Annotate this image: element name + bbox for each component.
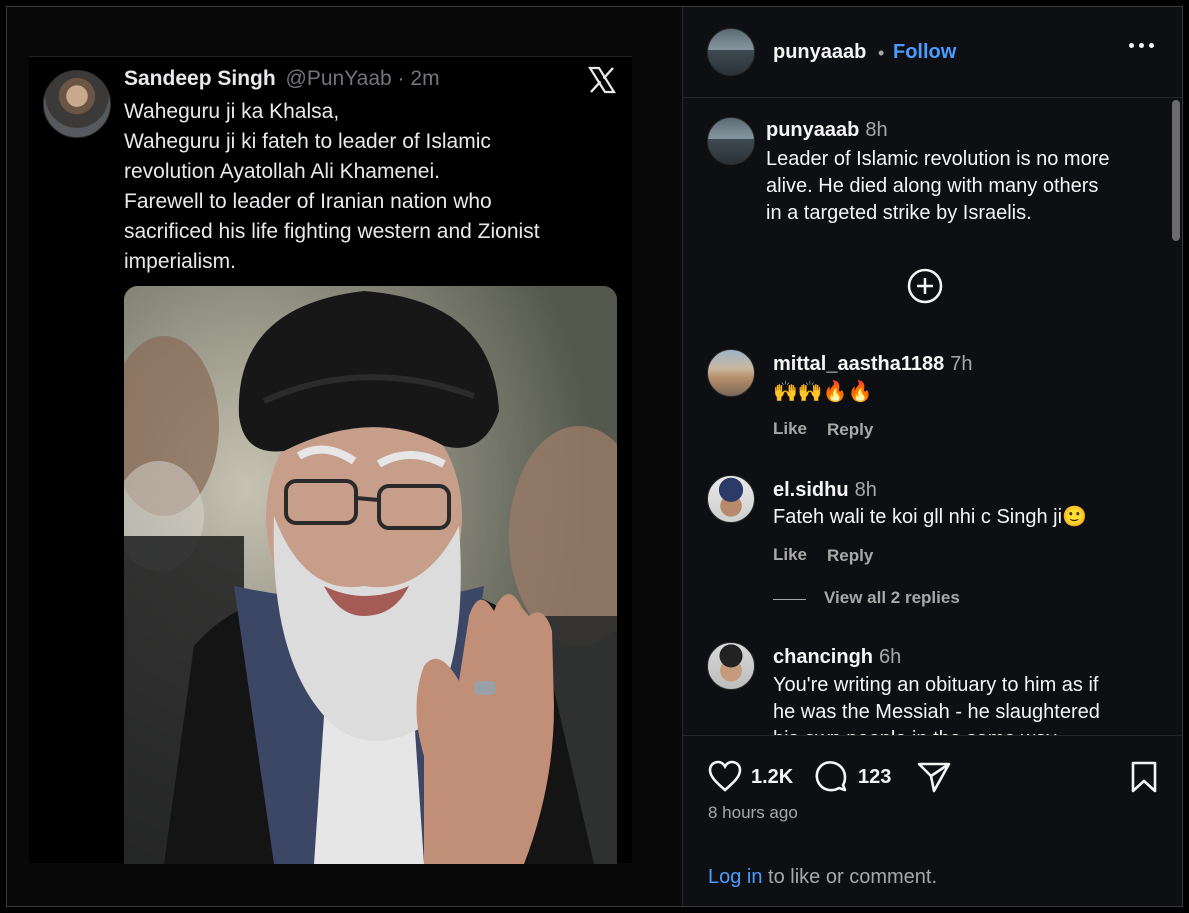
comment-line: he was the Messiah - he slaughtered	[773, 701, 1100, 723]
comment-username[interactable]: el.sidhu	[773, 479, 849, 501]
tweet-text: Waheguru ji ka Khalsa, Waheguru ji ki fa…	[124, 97, 614, 277]
comment-like-button[interactable]: Like	[773, 545, 807, 565]
tweet-photo	[124, 286, 617, 864]
post-media: Sandeep Singh @PunYaab · 2m Waheguru ji …	[7, 7, 682, 906]
comment-username[interactable]: mittal_aastha1188	[773, 353, 944, 375]
comment-header: mittal_aastha1188 7h	[773, 353, 972, 376]
app-window: Sandeep Singh @PunYaab · 2m Waheguru ji …	[6, 6, 1183, 907]
login-link[interactable]: Log in	[708, 866, 763, 888]
caption-avatar[interactable]	[707, 117, 755, 165]
comment-reply-button[interactable]: Reply	[827, 420, 873, 440]
comment-line: You're writing an obituary to him as if	[773, 674, 1099, 696]
x-logo-icon	[588, 66, 616, 94]
caption-line: Leader of Islamic revolution is no more	[766, 148, 1110, 170]
comment-time: 7h	[950, 353, 973, 375]
post-timestamp: 8 hours ago	[708, 803, 798, 822]
comment-text: 🙌🙌🔥🔥	[773, 381, 873, 403]
comment-reply-button[interactable]: Reply	[827, 546, 873, 566]
author-username[interactable]: punyaaab	[773, 41, 866, 64]
post-panel: punyaaab • Follow punyaaab 8h Leader of I…	[682, 7, 1182, 906]
caption-text: Leader of Islamic revolution is no more …	[766, 146, 1156, 227]
tweet-line: Waheguru ji ka Khalsa,	[124, 100, 340, 123]
comment-time: 6h	[879, 646, 902, 668]
comment-avatar[interactable]	[707, 349, 755, 397]
comment-time: 8h	[854, 479, 877, 501]
comment-count[interactable]: 123	[858, 766, 891, 789]
comment-header: el.sidhu 8h	[773, 479, 877, 502]
comments-scrollbar[interactable]	[1172, 100, 1180, 241]
view-replies-label: View all 2 replies	[824, 588, 960, 607]
tweet-header: Sandeep Singh @PunYaab · 2m	[124, 67, 440, 91]
login-prompt-text: to like or comment.	[762, 866, 938, 888]
like-heart-icon[interactable]	[707, 759, 743, 793]
header-separator: •	[878, 43, 885, 63]
comment-header: chancingh 6h	[773, 646, 901, 669]
tweet-time: 2m	[410, 67, 440, 90]
follow-button[interactable]: Follow	[893, 41, 956, 64]
comment-text: Fateh wali te koi gll nhi c Singh ji🙂	[773, 506, 1087, 528]
post-header: punyaaab • Follow	[683, 7, 1182, 98]
caption-time: 8h	[865, 119, 888, 141]
action-bar: 1.2K 123 8 hours ago Log in to like or c…	[683, 735, 1182, 906]
login-prompt: Log in to like or comment.	[708, 866, 937, 889]
tweet-line: sacrificed his life fighting western and…	[124, 220, 540, 243]
tweet-avatar	[43, 70, 111, 138]
comment-avatar[interactable]	[707, 475, 755, 523]
load-more-plus-icon[interactable]	[907, 268, 943, 304]
tweet-line: Farewell to leader of Iranian nation who	[124, 190, 492, 213]
photo-illustration	[124, 286, 617, 864]
tweet-handle: @PunYaab	[285, 67, 392, 90]
comment-line: his own people in the same way	[773, 726, 1100, 735]
tweet-line: Waheguru ji ki fateh to leader of Islami…	[124, 130, 491, 153]
more-options-icon[interactable]	[1129, 41, 1155, 51]
tweet-author-name: Sandeep Singh	[124, 67, 276, 90]
caption-line: in a targeted strike by Israelis.	[766, 202, 1032, 224]
save-bookmark-icon[interactable]	[1130, 760, 1158, 794]
tweet-screenshot: Sandeep Singh @PunYaab · 2m Waheguru ji …	[29, 56, 632, 864]
comments-scroll-area[interactable]: punyaaab 8h Leader of Islamic revolution …	[683, 98, 1182, 735]
share-send-icon[interactable]	[916, 760, 952, 794]
caption-line: alive. He died along with many others	[766, 175, 1099, 197]
tweet-line: imperialism.	[124, 250, 237, 273]
view-replies-divider	[773, 599, 806, 600]
caption-username[interactable]: punyaaab	[766, 119, 859, 141]
comment-like-button[interactable]: Like	[773, 419, 807, 439]
comment-bubble-icon[interactable]	[813, 758, 849, 794]
tweet-line: revolution Ayatollah Ali Khamenei.	[124, 160, 440, 183]
comment-username[interactable]: chancingh	[773, 646, 873, 668]
tweet-dot: ·	[397, 67, 405, 90]
like-count[interactable]: 1.2K	[751, 766, 793, 789]
author-avatar[interactable]	[707, 28, 755, 76]
comment-text: You're writing an obituary to him as if …	[773, 672, 1100, 735]
caption-header: punyaaab 8h	[766, 119, 888, 142]
comment-avatar[interactable]	[707, 642, 755, 690]
